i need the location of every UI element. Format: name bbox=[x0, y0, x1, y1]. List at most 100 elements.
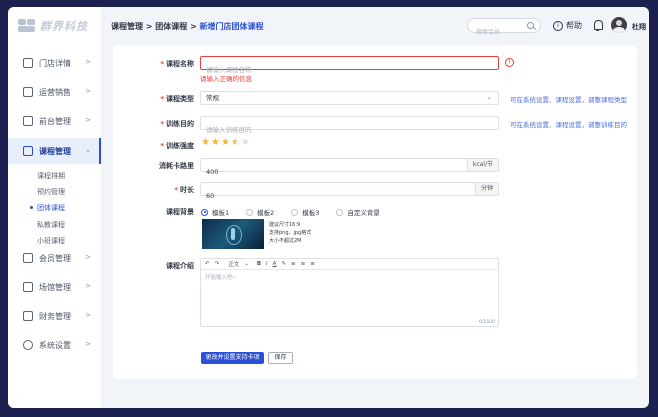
course-type-hint[interactable]: 可在系统设置、课程设置，调整课程类型 bbox=[510, 94, 627, 104]
sidebar-item-label: 课程管理 bbox=[39, 146, 71, 156]
background-radio-group: 模板1 模板2 模板3 自定义背景 bbox=[201, 207, 397, 217]
help-button[interactable]: i 帮助 bbox=[553, 20, 582, 31]
header: 课程管理 > 团体课程 > 新增门店团体课程 i 帮助 杜翔 bbox=[101, 7, 649, 45]
help-label: 帮助 bbox=[566, 21, 582, 30]
course-name-label: * 课程名称 bbox=[160, 60, 194, 68]
duration-label: * 时长 bbox=[174, 186, 194, 194]
subitem-group-class[interactable]: 团体课程 bbox=[37, 203, 65, 213]
logo-icon bbox=[18, 19, 36, 33]
goal-input[interactable] bbox=[201, 124, 498, 136]
course-type-value: 常规 bbox=[206, 94, 219, 102]
chevron-down-icon: ⌄ bbox=[486, 93, 492, 101]
italic-icon[interactable]: I bbox=[266, 261, 268, 267]
sidebar-item-settings[interactable]: 系统设置 > bbox=[8, 332, 101, 358]
intro-label: 课程介绍 bbox=[166, 262, 194, 270]
sidebar-item-label: 系统设置 bbox=[39, 340, 71, 350]
sidebar-item-label: 门店详情 bbox=[39, 58, 71, 68]
info-icon: i bbox=[553, 20, 563, 31]
settings-icon bbox=[23, 340, 33, 350]
course-type-label: * 课程类型 bbox=[160, 95, 194, 103]
avatar[interactable] bbox=[611, 17, 627, 33]
active-dot bbox=[30, 206, 33, 209]
paragraph-style-select[interactable]: 正文 bbox=[228, 260, 239, 268]
logo: 群界科技 bbox=[18, 18, 88, 34]
radio-custom-background[interactable]: 自定义背景 bbox=[336, 207, 380, 217]
search-icon[interactable] bbox=[527, 22, 534, 29]
error-icon: ! bbox=[505, 58, 514, 67]
chevron-down-icon: ⌄ bbox=[244, 261, 249, 267]
save-button[interactable]: 保存 bbox=[268, 352, 293, 364]
breadcrumb: 课程管理 > 团体课程 > 新增门店团体课程 bbox=[111, 22, 264, 31]
editor-placeholder: 开始输入吧~ bbox=[205, 275, 238, 281]
redo-icon[interactable]: ↷ bbox=[215, 261, 220, 267]
sidebar-item-store[interactable]: 门店详情 > bbox=[8, 50, 101, 76]
star-icon[interactable]: ★ bbox=[231, 138, 240, 148]
background-notes: 建议尺寸16:9 支持png、jpg格式 大小不超过2M bbox=[269, 222, 312, 244]
bold-icon[interactable]: B bbox=[257, 261, 261, 267]
chevron-right-icon: > bbox=[85, 253, 91, 261]
calories-input[interactable] bbox=[201, 166, 498, 178]
sidebar-item-label: 会员管理 bbox=[39, 253, 71, 263]
sidebar-item-label: 前台管理 bbox=[39, 116, 71, 126]
bell-icon[interactable] bbox=[593, 19, 603, 31]
chevron-right-icon: > bbox=[85, 311, 91, 319]
duration-field: 分钟 bbox=[200, 182, 499, 202]
radio-template-2[interactable]: 模板2 bbox=[246, 207, 274, 217]
search-input[interactable] bbox=[468, 26, 528, 39]
undo-icon[interactable]: ↶ bbox=[205, 261, 210, 267]
align-center-icon[interactable]: ≡ bbox=[301, 261, 306, 267]
background-label: 课程背景 bbox=[166, 208, 194, 216]
course-name-field bbox=[200, 56, 499, 76]
chevron-down-icon: ⌄ bbox=[85, 146, 91, 154]
goal-field bbox=[200, 116, 499, 136]
subitem-private-class[interactable]: 私教课程 bbox=[37, 220, 65, 230]
sidebar-item-venue[interactable]: 场馆管理 > bbox=[8, 274, 101, 300]
star-icon[interactable]: ★ bbox=[201, 138, 210, 148]
course-name-error: 请输入正确的信息 bbox=[200, 75, 252, 83]
duration-input[interactable] bbox=[201, 190, 498, 202]
breadcrumb-item[interactable]: 课程管理 bbox=[111, 22, 143, 31]
sales-icon bbox=[23, 87, 33, 97]
char-counter: 0/1500 bbox=[479, 320, 495, 325]
member-icon bbox=[23, 253, 33, 263]
chevron-right-icon: > bbox=[85, 340, 91, 348]
background-preview-image[interactable] bbox=[202, 219, 264, 249]
goal-hint[interactable]: 可在系统设置、课程设置，调整训练目的 bbox=[510, 119, 627, 129]
sidebar-item-courses[interactable]: 课程管理 ⌄ bbox=[8, 138, 101, 164]
highlight-icon[interactable]: ✎ bbox=[281, 261, 286, 267]
sidebar: 群界科技 门店详情 > 运营销售 > 前台管理 > 课程管理 ⌄ 课程排期 预约… bbox=[8, 7, 101, 408]
sidebar-item-finance[interactable]: 财务管理 > bbox=[8, 303, 101, 329]
chevron-right-icon: > bbox=[85, 116, 91, 124]
radio-template-1[interactable]: 模板1 bbox=[201, 207, 229, 217]
search-box bbox=[467, 18, 541, 39]
breadcrumb-item[interactable]: 团体课程 bbox=[155, 22, 187, 31]
intensity-rating[interactable]: ★ ★ ★ ★ ★ bbox=[201, 138, 251, 148]
sidebar-item-members[interactable]: 会员管理 > bbox=[8, 245, 101, 271]
sidebar-item-reception[interactable]: 前台管理 > bbox=[8, 108, 101, 134]
sidebar-item-label: 财务管理 bbox=[39, 311, 71, 321]
star-icon[interactable]: ★ bbox=[221, 138, 230, 148]
calories-label: 消耗卡路里 bbox=[159, 162, 194, 170]
subitem-schedule[interactable]: 课程排期 bbox=[37, 171, 65, 181]
star-icon[interactable]: ★ bbox=[241, 138, 250, 148]
save-and-configure-cards-button[interactable]: 更改并设置支持卡项 bbox=[201, 352, 264, 364]
sidebar-item-sales[interactable]: 运营销售 > bbox=[8, 79, 101, 105]
align-left-icon[interactable]: ≡ bbox=[291, 261, 296, 267]
editor-toolbar: ↶ ↷ 正文 ⌄ B I A ✎ ≡ ≡ ≡ bbox=[201, 259, 498, 270]
font-color-icon[interactable]: A bbox=[273, 261, 277, 267]
radio-template-3[interactable]: 模板3 bbox=[291, 207, 319, 217]
rich-text-editor: ↶ ↷ 正文 ⌄ B I A ✎ ≡ ≡ ≡ 开始输入吧~ 0/1500 bbox=[200, 258, 499, 327]
username[interactable]: 杜翔 bbox=[632, 22, 646, 32]
sidebar-item-label: 场馆管理 bbox=[39, 282, 71, 292]
book-icon bbox=[23, 146, 33, 156]
venue-icon bbox=[23, 282, 33, 292]
chevron-right-icon: > bbox=[85, 282, 91, 290]
align-right-icon[interactable]: ≡ bbox=[310, 261, 315, 267]
breadcrumb-current: 新增门店团体课程 bbox=[199, 22, 264, 31]
chevron-right-icon: > bbox=[85, 87, 91, 95]
subitem-booking[interactable]: 预约管理 bbox=[37, 187, 65, 197]
finance-icon bbox=[23, 311, 33, 321]
star-icon[interactable]: ★ bbox=[211, 138, 220, 148]
editor-content[interactable]: 开始输入吧~ 0/1500 bbox=[201, 270, 498, 326]
course-type-select[interactable]: 常规 ⌄ bbox=[200, 91, 499, 105]
